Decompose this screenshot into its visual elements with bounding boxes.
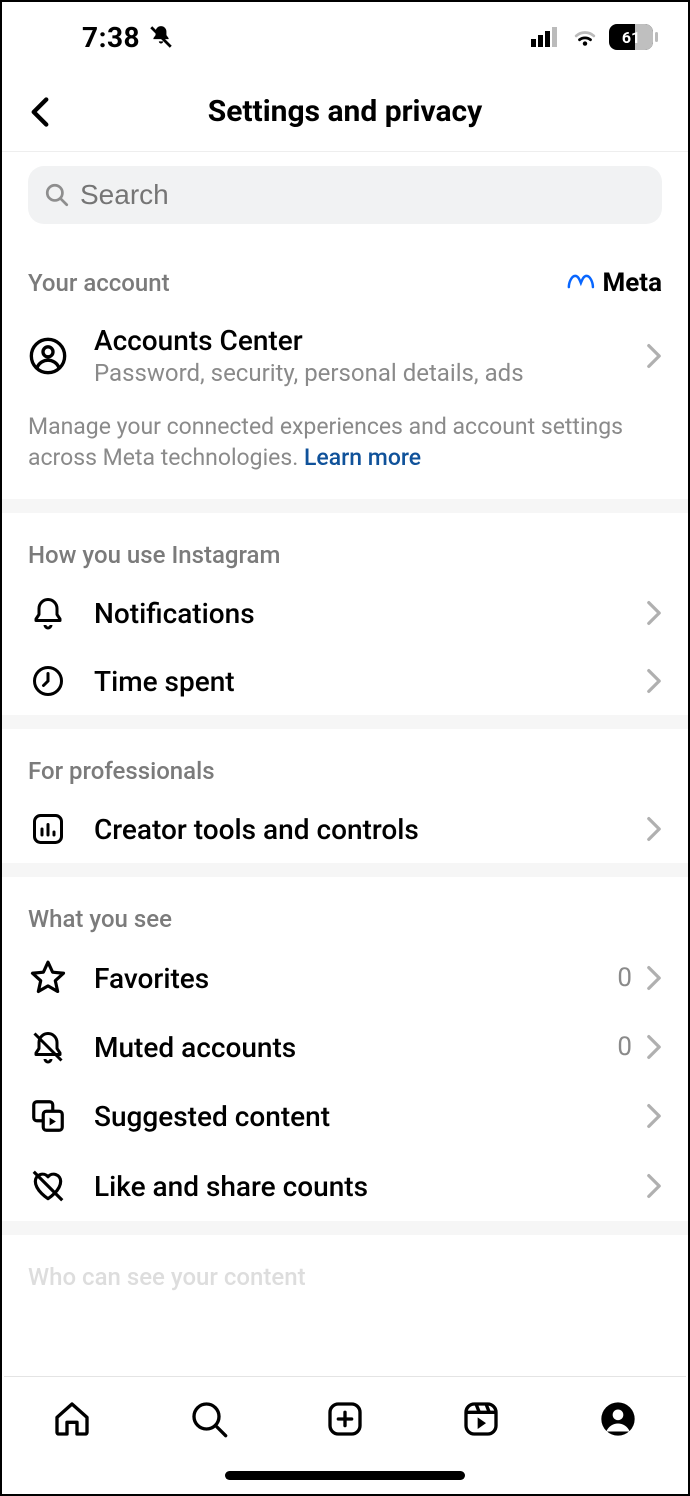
status-time: 7:38: [82, 21, 140, 54]
creator-tools-row[interactable]: Creator tools and controls: [2, 795, 688, 863]
tab-bar: [4, 1376, 686, 1494]
header: Settings and privacy: [2, 72, 688, 152]
section-label: Your account: [28, 269, 170, 297]
time-spent-row[interactable]: Time spent: [2, 647, 688, 715]
accounts-center-row[interactable]: Accounts Center Password, security, pers…: [2, 308, 688, 403]
tab-create[interactable]: [321, 1395, 369, 1443]
person-circle-icon: [28, 336, 68, 376]
tab-home[interactable]: [48, 1395, 96, 1443]
search-field[interactable]: [28, 166, 662, 224]
chevron-right-icon: [646, 965, 662, 991]
battery-icon: 61: [609, 24, 653, 50]
what-you-see-header: What you see: [2, 877, 688, 943]
back-button[interactable]: [20, 92, 60, 132]
favorites-row[interactable]: Favorites 0: [2, 943, 688, 1013]
meta-brand: Meta: [566, 268, 662, 298]
learn-more-link[interactable]: Learn more: [304, 444, 421, 471]
chevron-right-icon: [646, 1173, 662, 1199]
chevron-right-icon: [646, 816, 662, 842]
battery-level: 61: [622, 28, 640, 47]
silent-icon: [148, 24, 174, 50]
search-icon: [44, 182, 70, 208]
bell-icon: [28, 595, 68, 631]
notifications-row[interactable]: Notifications: [2, 579, 688, 647]
cellular-icon: [531, 27, 561, 47]
manage-description: Manage your connected experiences and ac…: [2, 403, 688, 499]
chevron-right-icon: [646, 1103, 662, 1129]
chevron-right-icon: [646, 668, 662, 694]
media-icon: [28, 1097, 68, 1135]
who-can-see-header: Who can see your content: [2, 1235, 688, 1291]
how-you-use-header: How you use Instagram: [2, 513, 688, 579]
row-title: Accounts Center: [94, 324, 620, 357]
star-icon: [28, 959, 68, 997]
muted-count: 0: [617, 1032, 632, 1062]
professionals-header: For professionals: [2, 729, 688, 795]
tab-profile[interactable]: [594, 1395, 642, 1443]
tab-reels[interactable]: [457, 1395, 505, 1443]
page-title: Settings and privacy: [2, 94, 688, 129]
like-share-counts-row[interactable]: Like and share counts: [2, 1151, 688, 1221]
chevron-right-icon: [646, 1034, 662, 1060]
chevron-right-icon: [646, 343, 662, 369]
muted-accounts-row[interactable]: Muted accounts 0: [2, 1013, 688, 1081]
tab-search[interactable]: [185, 1395, 233, 1443]
home-indicator: [225, 1471, 465, 1480]
wifi-icon: [571, 26, 599, 48]
your-account-header: Your account Meta: [2, 240, 688, 308]
bell-off-icon: [28, 1029, 68, 1065]
chart-icon: [28, 811, 68, 847]
row-subtitle: Password, security, personal details, ad…: [94, 359, 620, 387]
status-bar: 7:38 61: [2, 2, 688, 72]
search-input[interactable]: [80, 179, 646, 211]
clock-icon: [28, 663, 68, 699]
suggested-content-row[interactable]: Suggested content: [2, 1081, 688, 1151]
favorites-count: 0: [617, 963, 632, 993]
heart-off-icon: [28, 1167, 68, 1205]
chevron-right-icon: [646, 600, 662, 626]
